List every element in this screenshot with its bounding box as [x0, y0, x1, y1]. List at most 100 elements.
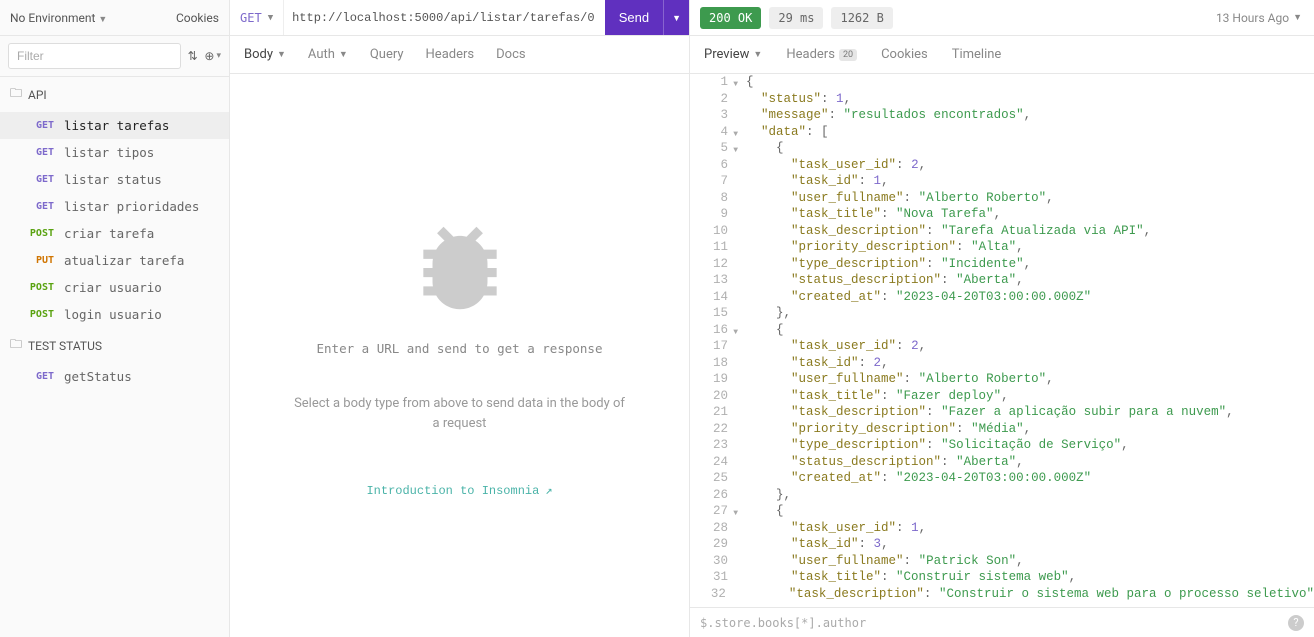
- chevron-down-icon: ▼: [277, 49, 286, 60]
- folder-header[interactable]: 🗀 TEST STATUS: [0, 328, 229, 363]
- request-item[interactable]: GET listar prioridades: [0, 193, 229, 220]
- chevron-down-icon: ▼: [339, 49, 348, 60]
- request-item[interactable]: POSTcriar tarefa: [0, 220, 229, 247]
- method-badge: GET: [24, 201, 54, 212]
- sort-icon[interactable]: ⇅: [187, 45, 198, 67]
- code-line: 25 "created_at": "2023-04-20T03:00:00.00…: [690, 470, 1314, 487]
- help-icon[interactable]: ?: [1288, 615, 1304, 631]
- folder-icon: 🗀: [10, 84, 22, 105]
- tab-headers[interactable]: Headers: [426, 47, 475, 62]
- environment-dropdown[interactable]: No Environment ▼: [10, 11, 107, 25]
- code-line: 28 "task_user_id": 1,: [690, 520, 1314, 537]
- code-line: 26 },: [690, 487, 1314, 504]
- code-line: 27▼ {: [690, 503, 1314, 520]
- request-label: login usuario: [64, 307, 162, 322]
- headers-count-badge: 20: [839, 49, 857, 61]
- code-line: 12 "type_description": "Incidente",: [690, 256, 1314, 273]
- tab-timeline[interactable]: Timeline: [952, 47, 1002, 62]
- request-label: listar tipos: [64, 145, 154, 160]
- method-badge: GET: [24, 120, 54, 131]
- send-menu-button[interactable]: ▼: [663, 0, 689, 35]
- chevron-down-icon: ▼: [753, 49, 762, 60]
- code-line: 30 "user_fullname": "Patrick Son",: [690, 553, 1314, 570]
- folder-label: TEST STATUS: [28, 339, 102, 353]
- request-label: listar tarefas: [64, 118, 169, 133]
- code-line: 20 "task_title": "Fazer deploy",: [690, 388, 1314, 405]
- code-line: 7 "task_id": 1,: [690, 173, 1314, 190]
- code-line: 22 "priority_description": "Média",: [690, 421, 1314, 438]
- add-icon[interactable]: ⊕▾: [204, 45, 221, 67]
- response-tabs: Preview ▼ Headers 20 Cookies Timeline: [690, 36, 1314, 74]
- code-line: 11 "priority_description": "Alta",: [690, 239, 1314, 256]
- tab-body[interactable]: Body ▼: [244, 47, 286, 62]
- size-pill: 1262 B: [831, 7, 892, 29]
- folder-label: API: [28, 88, 47, 102]
- chevron-down-icon: ▼: [98, 15, 107, 25]
- request-item[interactable]: PUT atualizar tarefa: [0, 247, 229, 274]
- intro-link[interactable]: Introduction to Insomnia ↗: [366, 483, 552, 498]
- send-button[interactable]: Send: [605, 0, 663, 35]
- folder-icon: 🗀: [10, 335, 22, 356]
- cookies-button[interactable]: Cookies: [176, 11, 219, 25]
- sidebar: No Environment ▼ Cookies ⇅ ⊕▾ 🗀 API GET lis…: [0, 0, 230, 637]
- code-line: 15 },: [690, 305, 1314, 322]
- external-link-icon: ↗: [545, 483, 552, 498]
- request-tabs: Body ▼ Auth ▼ Query Headers Docs: [230, 36, 689, 74]
- code-line: 4▼ "data": [: [690, 124, 1314, 141]
- time-pill: 29 ms: [769, 7, 823, 29]
- request-label: getStatus: [64, 369, 132, 384]
- code-line: 19 "user_fullname": "Alberto Roberto",: [690, 371, 1314, 388]
- history-label: 13 Hours Ago: [1216, 11, 1289, 25]
- tab-preview-label: Preview: [704, 47, 749, 62]
- method-badge: POST: [24, 228, 54, 239]
- request-item[interactable]: GET getStatus: [0, 363, 229, 390]
- sidebar-tree: 🗀 API GET listar tarefas GET listar tipos GET l…: [0, 77, 229, 390]
- jsonpath-input[interactable]: $.store.books[*].author: [700, 616, 866, 630]
- response-body[interactable]: 1▼{2 "status": 1,3 "message": "resultado…: [690, 74, 1314, 607]
- request-item[interactable]: GET listar tipos: [0, 139, 229, 166]
- request-label: atualizar tarefa: [64, 253, 184, 268]
- tab-cookies[interactable]: Cookies: [881, 47, 928, 62]
- tab-auth[interactable]: Auth ▼: [308, 47, 348, 62]
- bug-icon: [405, 213, 515, 323]
- code-line: 10 "task_description": "Tarefa Atualizad…: [690, 223, 1314, 240]
- tab-preview[interactable]: Preview ▼: [704, 47, 762, 62]
- method-badge: GET: [24, 174, 54, 185]
- url-input[interactable]: http://localhost:5000/api/listar/tarefas…: [284, 0, 605, 35]
- chevron-down-icon: ▼: [268, 13, 273, 23]
- method-badge: PUT: [24, 255, 54, 266]
- request-label: listar status: [64, 172, 162, 187]
- code-line: 1▼{: [690, 74, 1314, 91]
- code-line: 5▼ {: [690, 140, 1314, 157]
- folder-header[interactable]: 🗀 API: [0, 77, 229, 112]
- request-item[interactable]: GET listar status: [0, 166, 229, 193]
- intro-link-label: Introduction to Insomnia: [366, 484, 539, 498]
- tab-query[interactable]: Query: [370, 47, 404, 62]
- code-line: 21 "task_description": "Fazer a aplicaçã…: [690, 404, 1314, 421]
- code-line: 24 "status_description": "Aberta",: [690, 454, 1314, 471]
- method-dropdown[interactable]: GET ▼: [230, 0, 284, 35]
- request-pane: GET ▼ http://localhost:5000/api/listar/t…: [230, 0, 690, 637]
- code-line: 18 "task_id": 2,: [690, 355, 1314, 372]
- code-line: 9 "task_title": "Nova Tarefa",: [690, 206, 1314, 223]
- chevron-down-icon: ▼: [1293, 12, 1302, 23]
- method-badge: GET: [24, 371, 54, 382]
- request-item[interactable]: POSTcriar usuario: [0, 274, 229, 301]
- empty-title: Enter a URL and send to get a response: [317, 341, 603, 356]
- sidebar-filter-input[interactable]: [8, 43, 181, 69]
- code-line: 32 "task_description": "Construir o sist…: [690, 586, 1314, 603]
- history-dropdown[interactable]: 13 Hours Ago ▼: [1216, 11, 1302, 25]
- request-item[interactable]: GET listar tarefas: [0, 112, 229, 139]
- tab-headers[interactable]: Headers 20: [786, 47, 857, 62]
- environment-label: No Environment: [10, 11, 95, 25]
- code-line: 29 "task_id": 3,: [690, 536, 1314, 553]
- request-label: listar prioridades: [64, 199, 199, 214]
- request-body-empty: Enter a URL and send to get a response S…: [230, 74, 689, 637]
- code-line: 3 "message": "resultados encontrados",: [690, 107, 1314, 124]
- method-badge: GET: [24, 147, 54, 158]
- code-line: 17 "task_user_id": 2,: [690, 338, 1314, 355]
- code-line: 31 "task_title": "Construir sistema web"…: [690, 569, 1314, 586]
- tab-docs[interactable]: Docs: [496, 47, 525, 62]
- method-badge: POST: [24, 309, 54, 320]
- request-item[interactable]: POST login usuario: [0, 301, 229, 328]
